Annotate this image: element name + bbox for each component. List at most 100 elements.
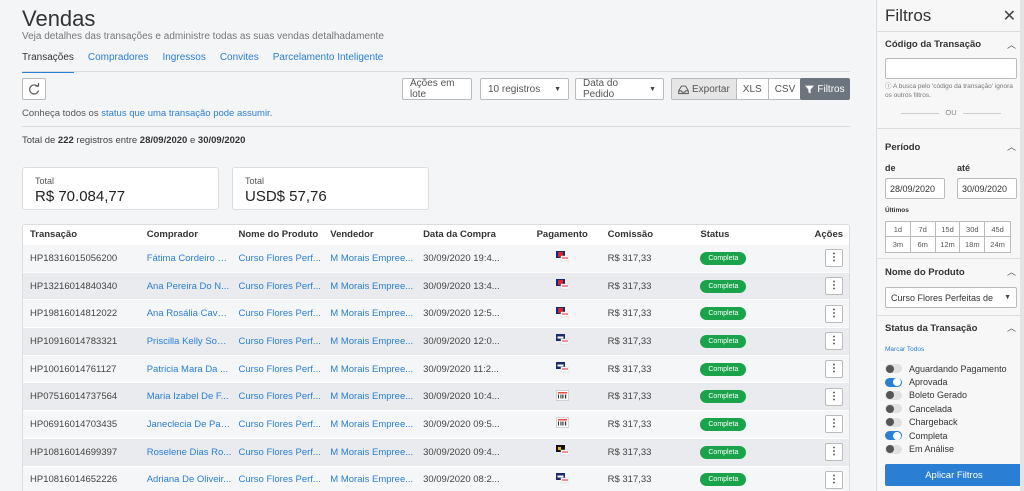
table-row: HP10016014761127 Patricia Mara Da ... Curs… bbox=[23, 354, 849, 383]
status-toggle-row[interactable]: Completa bbox=[885, 429, 1020, 442]
records-summary: Total de 222 registros entre 28/09/2020 … bbox=[22, 135, 245, 146]
export-button[interactable]: Exportar bbox=[672, 79, 736, 99]
period-option[interactable]: 45d bbox=[985, 222, 1010, 237]
transaction-code-hint: ⓘ A busca pelo 'código da transação' ign… bbox=[885, 83, 1013, 100]
refresh-button[interactable] bbox=[22, 78, 46, 100]
row-actions-button[interactable]: ⋮ bbox=[825, 443, 844, 462]
period-option[interactable]: 1d bbox=[886, 222, 911, 237]
tab-parcelamento[interactable]: Parcelamento Inteligente bbox=[273, 51, 384, 73]
seller-link[interactable]: M Morais Empree... bbox=[323, 419, 416, 430]
product-link[interactable]: Curso Flores Perf... bbox=[232, 419, 324, 430]
toggle-switch[interactable] bbox=[885, 417, 902, 427]
product-link[interactable]: Curso Flores Perf... bbox=[232, 281, 324, 292]
status-toggle-label: Aguardando Pagamento bbox=[909, 363, 1007, 374]
product-select[interactable]: Curso Flores Perfeitas de ▼ bbox=[885, 287, 1017, 308]
status-toggle-row[interactable]: Chargeback bbox=[885, 416, 1020, 429]
chevron-up-icon[interactable]: ︿ bbox=[1007, 321, 1016, 334]
seller-link[interactable]: M Morais Empree... bbox=[323, 447, 416, 458]
summary-prefix: Total de bbox=[22, 135, 56, 146]
buyer-link[interactable]: Priscilla Kelly Soar... bbox=[140, 336, 232, 347]
seller-link[interactable]: M Morais Empree... bbox=[323, 308, 416, 319]
period-option[interactable]: 3m bbox=[886, 237, 911, 252]
period-option[interactable]: 6m bbox=[910, 237, 936, 252]
records-select[interactable]: 10 registros ▼ bbox=[480, 78, 569, 100]
seller-link[interactable]: M Morais Empree... bbox=[323, 474, 416, 485]
row-actions-button[interactable]: ⋮ bbox=[825, 415, 844, 434]
seller-link[interactable]: M Morais Empree... bbox=[323, 336, 416, 347]
refresh-icon bbox=[29, 83, 40, 95]
toggle-switch[interactable] bbox=[885, 444, 902, 454]
row-actions-button[interactable]: ⋮ bbox=[825, 249, 844, 268]
toggle-switch[interactable] bbox=[885, 364, 902, 374]
product-link[interactable]: Curso Flores Perf... bbox=[232, 336, 324, 347]
period-option[interactable]: 30d bbox=[960, 222, 986, 237]
toggle-switch[interactable] bbox=[885, 377, 902, 387]
apply-filters-button[interactable]: Aplicar Filtros bbox=[885, 464, 1023, 486]
period-from-input[interactable]: 28/09/2020 bbox=[885, 178, 945, 199]
chevron-up-icon[interactable]: ︿ bbox=[1007, 140, 1016, 153]
row-actions-button[interactable]: ⋮ bbox=[825, 360, 844, 379]
row-actions-button[interactable]: ⋮ bbox=[825, 304, 844, 323]
status-toggle-label: Cancelada bbox=[909, 403, 953, 414]
period-option[interactable]: 12m bbox=[935, 237, 961, 252]
buyer-link[interactable]: Fátima Cordeiro D... bbox=[140, 253, 232, 264]
filters-button[interactable]: Filtros bbox=[800, 78, 850, 100]
mark-all-link[interactable]: Marcar Todos bbox=[885, 346, 924, 353]
toggle-switch[interactable] bbox=[885, 431, 902, 441]
period-option[interactable]: 24m bbox=[985, 237, 1010, 252]
status-toggle-row[interactable]: Cancelada bbox=[885, 402, 1020, 415]
toggle-switch[interactable] bbox=[885, 404, 902, 414]
status-toggle-row[interactable]: Aguardando Pagamento bbox=[885, 362, 1020, 375]
status-toggle-label: Em Análise bbox=[909, 444, 955, 455]
toggle-switch[interactable] bbox=[885, 390, 902, 400]
seller-link[interactable]: M Morais Empree... bbox=[323, 391, 416, 402]
product-link[interactable]: Curso Flores Perf... bbox=[232, 474, 324, 485]
column-header: Nome do Produto bbox=[238, 229, 319, 240]
product-link[interactable]: Curso Flores Perf... bbox=[232, 308, 324, 319]
purchase-date: 30/09/2020 12:0... bbox=[423, 335, 500, 347]
buyer-link[interactable]: Ana Rosália Caval... bbox=[140, 308, 232, 319]
tab-ingressos[interactable]: Ingressos bbox=[162, 51, 205, 73]
chevron-up-icon[interactable]: ︿ bbox=[1007, 265, 1016, 278]
status-toggle-row[interactable]: Aprovada bbox=[885, 375, 1020, 388]
export-xls-button[interactable]: XLS bbox=[735, 79, 768, 99]
tab-transacoes[interactable]: Transações bbox=[22, 51, 74, 73]
chevron-up-icon[interactable]: ︿ bbox=[1007, 38, 1016, 51]
buyer-link[interactable]: Patricia Mara Da ... bbox=[140, 364, 232, 375]
period-option[interactable]: 15d bbox=[935, 222, 961, 237]
buyer-link[interactable]: Janeclecia De Paul... bbox=[140, 419, 232, 430]
period-to-input[interactable]: 30/09/2020 bbox=[957, 178, 1017, 199]
close-icon[interactable]: ✕ bbox=[1003, 6, 1016, 26]
seller-link[interactable]: M Morais Empree... bbox=[323, 281, 416, 292]
seller-link[interactable]: M Morais Empree... bbox=[323, 253, 416, 264]
buyer-link[interactable]: Roselene Dias Ro... bbox=[140, 447, 232, 458]
tab-convites[interactable]: Convites bbox=[220, 51, 259, 73]
buyer-link[interactable]: Maria Izabel De F... bbox=[140, 391, 232, 402]
status-toggle-row[interactable]: Boleto Gerado bbox=[885, 389, 1020, 402]
buyer-link[interactable]: Adriana De Oliveir... bbox=[140, 474, 232, 485]
product-link[interactable]: Curso Flores Perf... bbox=[232, 447, 324, 458]
export-csv-button[interactable]: CSV bbox=[767, 79, 802, 99]
status-info-link[interactable]: status que uma transação pode assumir bbox=[101, 108, 269, 119]
row-actions-button[interactable]: ⋮ bbox=[825, 387, 844, 406]
row-actions-button[interactable]: ⋮ bbox=[825, 470, 844, 489]
row-actions-button[interactable]: ⋮ bbox=[825, 277, 844, 296]
tab-compradores[interactable]: Compradores bbox=[88, 51, 149, 73]
product-link[interactable]: Curso Flores Perf... bbox=[232, 391, 324, 402]
period-option[interactable]: 7d bbox=[910, 222, 936, 237]
batch-actions-button[interactable]: Ações em lote bbox=[402, 78, 472, 100]
row-actions-button[interactable]: ⋮ bbox=[825, 332, 844, 351]
product-link[interactable]: Curso Flores Perf... bbox=[232, 253, 324, 264]
product-link[interactable]: Curso Flores Perf... bbox=[232, 364, 324, 375]
sidebar-scrollbar[interactable] bbox=[1020, 0, 1024, 491]
date-type-select[interactable]: Data do Pedido ▼ bbox=[575, 78, 664, 100]
more-vertical-icon: ⋮ bbox=[829, 280, 840, 292]
seller-link[interactable]: M Morais Empree... bbox=[323, 364, 416, 375]
total-brl-card: Total R$ 70.084,77 bbox=[22, 167, 219, 210]
transaction-code-input[interactable] bbox=[885, 58, 1017, 79]
total-usd-card: Total USD$ 57,76 bbox=[232, 167, 429, 210]
period-option[interactable]: 18m bbox=[960, 237, 986, 252]
status-toggle-row[interactable]: Em Análise bbox=[885, 442, 1020, 455]
buyer-link[interactable]: Ana Pereira Do N... bbox=[140, 281, 232, 292]
column-header: Status bbox=[700, 229, 730, 240]
